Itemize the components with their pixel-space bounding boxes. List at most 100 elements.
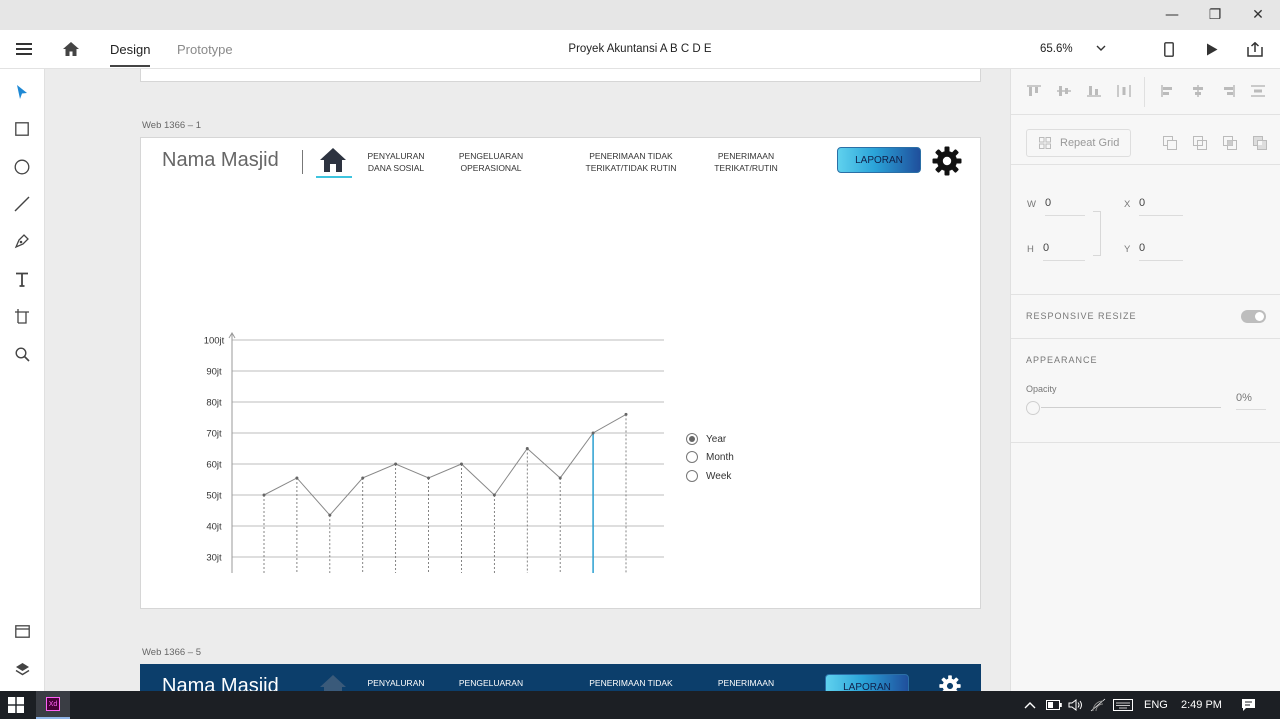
artboard-tool[interactable] — [10, 304, 34, 328]
select-tool[interactable] — [10, 80, 34, 104]
opacity-value[interactable]: 0% — [1236, 392, 1252, 404]
rectangle-tool[interactable] — [10, 117, 34, 141]
radio-selected-dot — [689, 436, 695, 442]
appearance-section: APPEARANCE Opacity 0% — [1011, 339, 1280, 443]
tab-design[interactable]: Design — [110, 30, 151, 68]
ellipse-icon — [14, 159, 30, 175]
window-title-bar: — ❐ ✕ — [0, 0, 1280, 30]
align-left-icon — [1161, 85, 1172, 97]
line-tool[interactable] — [10, 192, 34, 216]
design-canvas[interactable]: Web 1366 – 1 Nama Masjid PENYALURAN DANA… — [45, 69, 1010, 691]
nav-penerimaan-tidak-terikat[interactable]: PENERIMAAN TIDAK TERIKAT/TIDAK RUTIN — [571, 150, 691, 174]
windows-taskbar: Xd ENG 2:49 PM — [0, 691, 1280, 719]
volume-tray[interactable] — [1068, 691, 1084, 719]
settings-button[interactable] — [939, 675, 961, 691]
artboard-label[interactable]: Web 1366 – 1 — [142, 120, 201, 131]
align-right-button[interactable] — [1219, 82, 1237, 100]
home-button[interactable] — [60, 30, 82, 68]
boolean-exclude-button[interactable] — [1251, 134, 1269, 152]
radio-button[interactable] — [686, 470, 698, 482]
align-toolbar — [1011, 69, 1280, 115]
assets-panel-button[interactable] — [10, 619, 34, 643]
data-point — [492, 493, 496, 497]
artboard-web-1366-5[interactable]: Nama Masjid PENYALURAN PENGELUARAN PENER… — [140, 664, 981, 691]
radio-week[interactable]: Week — [686, 470, 731, 482]
boolean-intersect-button[interactable] — [1221, 134, 1239, 152]
artboard-icon — [15, 309, 29, 324]
align-middle-button[interactable] — [1055, 82, 1073, 100]
close-window-button[interactable]: ✕ — [1236, 0, 1280, 30]
artboard-label[interactable]: Web 1366 – 5 — [142, 647, 201, 658]
nav-penyaluran[interactable]: PENYALURAN DANA SOSIAL — [356, 150, 436, 174]
data-point — [394, 462, 398, 466]
text-tool[interactable] — [10, 267, 34, 291]
x-field-underline — [1139, 215, 1183, 216]
opacity-slider-track[interactable] — [1041, 407, 1221, 408]
distribute-vertical-button[interactable] — [1249, 82, 1267, 100]
aspect-lock-bracket[interactable] — [1093, 211, 1101, 256]
layers-panel-button[interactable] — [10, 657, 34, 681]
clock[interactable]: 2:49 PM — [1181, 691, 1222, 719]
repeat-grid-icon — [1039, 137, 1051, 149]
width-field-underline — [1045, 215, 1085, 216]
nav-penerimaan-terikat[interactable]: PENERIMAAN — [701, 677, 791, 689]
nav-pengeluaran[interactable]: PENGELUARAN OPERASIONAL — [446, 150, 536, 174]
nav-penerimaan-tidak-terikat[interactable]: PENERIMAAN TIDAK — [571, 677, 691, 689]
width-label: W — [1027, 199, 1036, 210]
start-button[interactable] — [8, 691, 24, 719]
battery-icon — [1046, 700, 1062, 710]
pen-tool[interactable] — [10, 229, 34, 253]
hamburger-menu-button[interactable] — [12, 30, 36, 68]
speaker-icon — [1068, 699, 1082, 711]
zoom-level[interactable]: 65.6% — [1040, 30, 1073, 68]
nav-penyaluran[interactable]: PENYALURAN — [356, 677, 436, 689]
taskbar-xd-app[interactable]: Xd — [36, 691, 70, 719]
ellipse-tool[interactable] — [10, 155, 34, 179]
align-left-button[interactable] — [1159, 82, 1177, 100]
zoom-dropdown-button[interactable] — [1096, 30, 1106, 68]
nav-penerimaan-terikat[interactable]: PENERIMAAN TERIKAT/RUTIN — [701, 150, 791, 174]
align-bottom-button[interactable] — [1085, 82, 1103, 100]
language-indicator[interactable]: ENG — [1144, 691, 1168, 719]
x-label: X — [1124, 199, 1131, 210]
show-hidden-icons-button[interactable] — [1024, 691, 1036, 719]
network-tray[interactable] — [1090, 691, 1106, 719]
keyboard-tray[interactable] — [1113, 691, 1133, 719]
radio-button[interactable] — [686, 451, 698, 463]
tab-prototype[interactable]: Prototype — [177, 30, 233, 68]
nav-home-button[interactable] — [319, 674, 347, 691]
responsive-resize-toggle[interactable] — [1241, 310, 1266, 323]
distribute-horizontal-button[interactable] — [1115, 82, 1133, 100]
boolean-add-button[interactable] — [1161, 134, 1179, 152]
laporan-button[interactable]: LAPORAN — [825, 674, 909, 691]
height-field[interactable]: 0 — [1043, 242, 1049, 254]
y-tick-label: 40jt — [206, 522, 222, 533]
battery-tray[interactable] — [1046, 691, 1062, 719]
align-top-icon — [1027, 85, 1041, 96]
nav-home-button[interactable] — [316, 147, 352, 179]
repeat-grid-button[interactable]: Repeat Grid — [1026, 129, 1131, 157]
x-field[interactable]: 0 — [1139, 197, 1145, 209]
artboard-previous[interactable] — [140, 69, 981, 82]
minimize-button[interactable]: — — [1150, 0, 1194, 30]
settings-button[interactable] — [932, 146, 964, 178]
restore-button[interactable]: ❐ — [1193, 0, 1237, 30]
chevron-down-icon — [1096, 45, 1106, 52]
radio-button[interactable] — [686, 433, 698, 445]
laporan-button[interactable]: LAPORAN — [837, 147, 921, 173]
action-center-button[interactable] — [1241, 691, 1256, 719]
play-preview-button[interactable] — [1203, 30, 1221, 68]
y-field[interactable]: 0 — [1139, 242, 1145, 254]
align-top-button[interactable] — [1025, 82, 1043, 100]
width-field[interactable]: 0 — [1045, 197, 1051, 209]
align-center-button[interactable] — [1189, 82, 1207, 100]
share-button[interactable] — [1246, 30, 1264, 68]
device-preview-button[interactable] — [1160, 30, 1178, 68]
radio-year[interactable]: Year — [686, 433, 726, 445]
boolean-subtract-button[interactable] — [1191, 134, 1209, 152]
zoom-tool[interactable] — [10, 342, 34, 366]
artboard-web-1366-1[interactable]: Nama Masjid PENYALURAN DANA SOSIAL PENGE… — [140, 137, 981, 609]
radio-month[interactable]: Month — [686, 451, 734, 463]
opacity-slider-handle[interactable] — [1026, 401, 1040, 415]
nav-pengeluaran[interactable]: PENGELUARAN — [446, 677, 536, 689]
